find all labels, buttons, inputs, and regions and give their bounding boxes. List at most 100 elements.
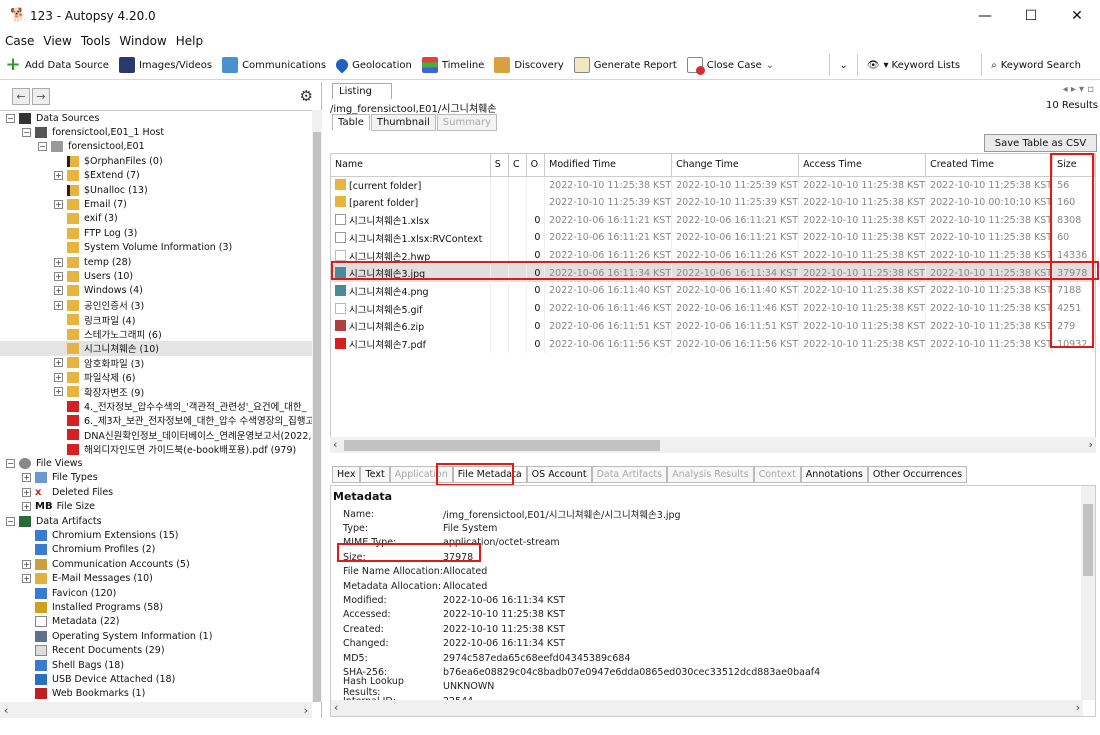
tree-node[interactable]: 6._제3자_보관_전자정보에_대한_압수 수색영장의_집행고: [0, 413, 312, 427]
expand-icon[interactable]: +: [22, 559, 31, 569]
table-horizontal-scrollbar[interactable]: ‹ ›: [330, 437, 1096, 453]
tree-node[interactable]: Chromium Profiles (2): [0, 543, 312, 557]
tree-node[interactable]: USB Device Attached (18): [0, 672, 312, 686]
tree-node[interactable]: + $Extend (7): [0, 169, 312, 183]
expand-icon[interactable]: +: [54, 358, 63, 368]
tree-node[interactable]: + Windows (4): [0, 284, 312, 298]
collapse-icon[interactable]: −: [6, 113, 15, 123]
tree-node[interactable]: + Communication Accounts (5): [0, 557, 312, 571]
table-row[interactable]: 시그니쳐훼손7.pdf 0 2022-10-06 16:11:56 KST 2022-…: [331, 335, 1095, 353]
expand-icon[interactable]: +: [54, 372, 63, 382]
tree-node[interactable]: − Data Artifacts: [0, 514, 312, 528]
tab-other-occurrences[interactable]: Other Occurrences: [867, 466, 968, 483]
collapse-icon[interactable]: −: [38, 142, 47, 152]
tree-node[interactable]: DNA신원확인정보_데이터베이스_연례운영보고서(2022,6: [0, 428, 312, 442]
table-row[interactable]: [current folder] 2022-10-10 11:25:38 KST 2…: [331, 176, 1095, 194]
tree-node[interactable]: + 파일삭제 (6): [0, 370, 312, 384]
tree-node[interactable]: 스테가노그래피 (6): [0, 327, 312, 341]
table-row[interactable]: 시그니쳐훼손5.gif 0 2022-10-06 16:11:46 KST 2022-…: [331, 299, 1095, 318]
table-row[interactable]: 시그니쳐훼손4.png 0 2022-10-06 16:11:40 KST 2022-…: [331, 282, 1095, 300]
add-data-source-button[interactable]: + Add Data Source: [0, 52, 114, 78]
scrollbar-thumb[interactable]: [344, 440, 660, 451]
back-button[interactable]: ←: [12, 87, 30, 105]
collapse-icon[interactable]: −: [6, 459, 15, 469]
tree-node[interactable]: + 공인인증서 (3): [0, 298, 312, 312]
tree-node[interactable]: $OrphanFiles (0): [0, 154, 312, 168]
tree-vertical-scrollbar[interactable]: [312, 110, 322, 702]
expand-icon[interactable]: +: [54, 387, 63, 397]
minimize-button[interactable]: —: [962, 0, 1008, 31]
expand-icon[interactable]: +: [54, 257, 63, 267]
tree-node[interactable]: 링크파일 (4): [0, 312, 312, 327]
table-row[interactable]: [parent folder] 2022-10-10 11:25:39 KST 20…: [331, 193, 1095, 212]
column-header[interactable]: Change Time: [671, 154, 800, 177]
collapse-icon[interactable]: −: [6, 516, 15, 526]
expand-icon[interactable]: +: [22, 574, 31, 584]
tree-node[interactable]: Metadata (22): [0, 615, 312, 629]
tab-annotations[interactable]: Annotations: [800, 466, 868, 483]
menu-tools[interactable]: Tools: [81, 34, 111, 48]
menu-view[interactable]: View: [43, 34, 71, 48]
toolbar-overflow-button[interactable]: ⌄: [834, 52, 852, 78]
menu-window[interactable]: Window: [119, 34, 166, 48]
column-header[interactable]: S: [490, 154, 509, 177]
expand-icon[interactable]: +: [22, 487, 31, 497]
metadata-vertical-scrollbar[interactable]: [1081, 486, 1095, 700]
tree-node[interactable]: − forensictool,E01: [0, 140, 312, 154]
column-header[interactable]: Created Time: [925, 154, 1054, 177]
save-table-csv-button[interactable]: Save Table as CSV: [984, 134, 1097, 152]
tab-analysis-results[interactable]: Analysis Results: [667, 466, 754, 483]
keyword-search-button[interactable]: ⌕ Keyword Search: [986, 52, 1086, 78]
tree-node[interactable]: − forensictool,E01_1 Host: [0, 125, 312, 139]
communications-button[interactable]: Communications: [217, 52, 331, 78]
tree-node[interactable]: + MB File Size: [0, 500, 312, 514]
gear-icon[interactable]: ⚙: [300, 87, 313, 105]
close-window-button[interactable]: ✕: [1054, 0, 1100, 31]
tab-thumbnail[interactable]: Thumbnail: [370, 114, 436, 131]
tree-horizontal-scrollbar[interactable]: ‹ ›: [0, 702, 312, 718]
generate-report-button[interactable]: Generate Report: [569, 52, 682, 78]
table-row[interactable]: 시그니쳐훼손6.zip 0 2022-10-06 16:11:51 KST 2022-…: [331, 317, 1095, 336]
tab-listing[interactable]: Listing: [332, 83, 392, 99]
scroll-right-icon[interactable]: ›: [304, 704, 308, 717]
tree-node[interactable]: FTP Log (3): [0, 226, 312, 240]
column-header[interactable]: Access Time: [798, 154, 927, 177]
expand-icon[interactable]: +: [54, 171, 63, 181]
tree-node[interactable]: + File Types: [0, 471, 312, 485]
tab-text[interactable]: Text: [360, 466, 390, 483]
column-header[interactable]: Name: [331, 154, 491, 177]
tree-node[interactable]: + Email (7): [0, 197, 312, 211]
discovery-button[interactable]: Discovery: [489, 52, 568, 78]
tree-node[interactable]: Installed Programs (58): [0, 600, 312, 614]
tab-hex[interactable]: Hex: [332, 466, 361, 483]
scroll-right-icon[interactable]: ›: [1076, 701, 1080, 714]
tree-node[interactable]: − Data Sources: [0, 111, 312, 125]
scrollbar-thumb[interactable]: [313, 132, 321, 702]
tree-node[interactable]: System Volume Information (3): [0, 241, 312, 255]
expand-icon[interactable]: +: [22, 473, 31, 483]
menu-case[interactable]: Case: [5, 34, 34, 48]
timeline-button[interactable]: Timeline: [417, 52, 490, 78]
tree-node[interactable]: − File Views: [0, 456, 312, 470]
tree-node[interactable]: exif (3): [0, 212, 312, 226]
keyword-lists-button[interactable]: 👁 ▾ Keyword Lists: [862, 52, 965, 78]
expand-icon[interactable]: +: [54, 286, 63, 296]
tree-node[interactable]: $Unalloc (13): [0, 183, 312, 197]
table-row[interactable]: 시그니쳐훼손1.xlsx 0 2022-10-06 16:11:21 KST 2022…: [331, 211, 1095, 230]
maximize-button[interactable]: ☐: [1008, 0, 1054, 31]
tree-node[interactable]: Operating System Information (1): [0, 629, 312, 643]
expand-icon[interactable]: +: [54, 300, 63, 310]
tree-node[interactable]: + E-Mail Messages (10): [0, 572, 312, 586]
expand-icon[interactable]: +: [54, 200, 63, 210]
forward-button[interactable]: →: [32, 87, 50, 105]
scroll-left-icon[interactable]: ‹: [334, 701, 338, 714]
tree-node[interactable]: 4._전자정보_압수수색의_'객관적_관련성'_요건에_대한_: [0, 399, 312, 413]
scroll-right-icon[interactable]: ›: [1089, 438, 1093, 451]
close-case-button[interactable]: Close Case ⌄: [682, 52, 779, 78]
tree-node[interactable]: Chromium Extensions (15): [0, 528, 312, 542]
metadata-horizontal-scrollbar[interactable]: ‹ ›: [331, 700, 1083, 716]
column-header[interactable]: C: [508, 154, 527, 177]
tab-os-account[interactable]: OS Account: [526, 466, 592, 483]
tree-node[interactable]: + temp (28): [0, 255, 312, 269]
geolocation-button[interactable]: Geolocation: [331, 52, 417, 78]
